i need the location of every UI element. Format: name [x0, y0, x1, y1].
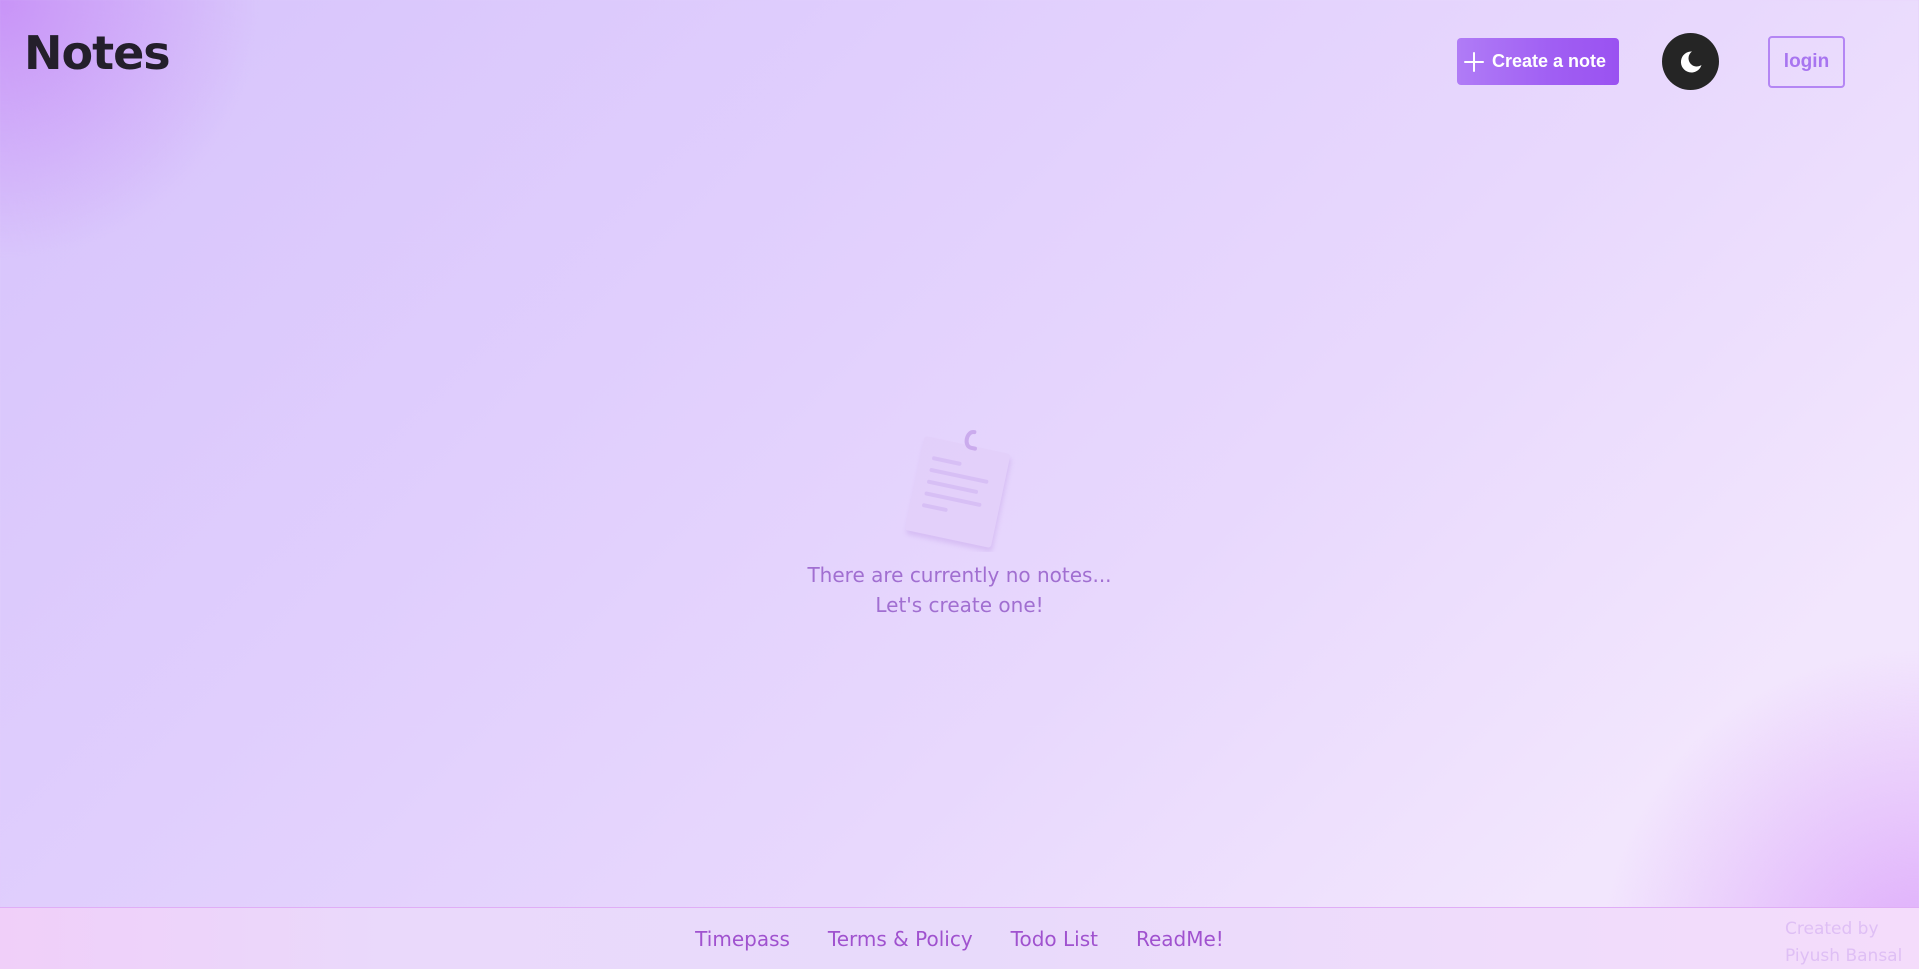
footer-link-timepass[interactable]: Timepass — [695, 927, 790, 951]
empty-state: There are currently no notes... Let's cr… — [0, 410, 1919, 617]
login-button[interactable]: login — [1768, 36, 1845, 88]
sticky-note-icon — [905, 430, 1012, 552]
theme-toggle-button[interactable] — [1662, 33, 1719, 90]
create-note-label: Create a note — [1491, 51, 1607, 71]
footer-nav: Timepass Terms & Policy Todo List ReadMe… — [0, 908, 1919, 969]
footer-link-todo-list[interactable]: Todo List — [1011, 927, 1098, 951]
author-credit: Created by Piyush Bansal — [1785, 916, 1902, 969]
empty-message: There are currently no notes... Let's cr… — [0, 560, 1919, 620]
footer-link-terms-policy[interactable]: Terms & Policy — [828, 927, 973, 951]
empty-message-line-2: Let's create one! — [875, 593, 1044, 617]
credit-line-1: Created by — [1785, 919, 1879, 939]
plus-icon — [1463, 51, 1484, 72]
empty-message-line-1: There are currently no notes... — [807, 563, 1112, 587]
footer-link-readme[interactable]: ReadMe! — [1136, 927, 1224, 951]
moon-icon — [1680, 50, 1701, 72]
footer: Timepass Terms & Policy Todo List ReadMe… — [0, 907, 1919, 969]
page-title: Notes — [24, 26, 171, 80]
create-note-button[interactable]: Create a note — [1457, 38, 1619, 85]
credit-line-2: Piyush Bansal — [1785, 946, 1903, 966]
